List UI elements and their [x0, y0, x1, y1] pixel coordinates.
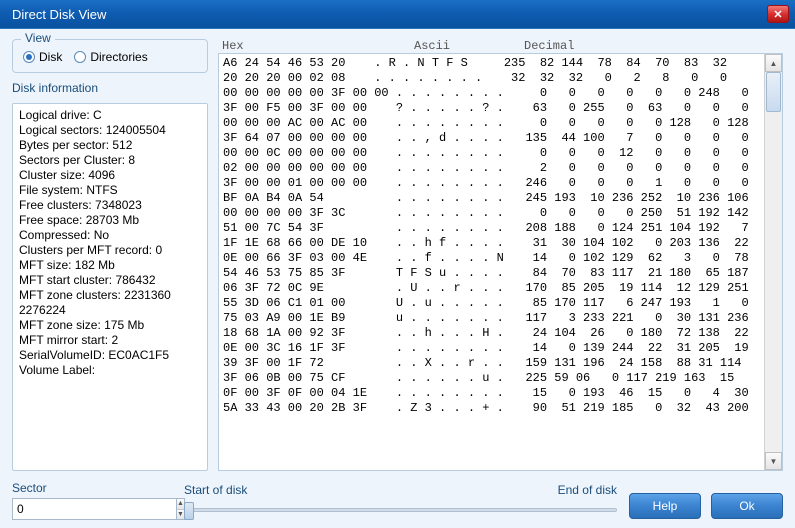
slider-end-label: End of disk: [558, 483, 617, 497]
chevron-up-icon: ▲: [770, 59, 778, 68]
hex-row: 00 00 0C 00 00 00 00 . . . . . . . . 0 0…: [223, 146, 760, 161]
scroll-thumb[interactable]: [766, 72, 781, 112]
sector-label: Sector: [12, 481, 172, 495]
chevron-down-icon: ▼: [770, 457, 778, 466]
radio-directories[interactable]: Directories: [74, 50, 147, 64]
hex-row: 20 20 20 00 02 08 . . . . . . . . 32 32 …: [223, 71, 760, 86]
close-button[interactable]: ✕: [767, 5, 789, 23]
scroll-up-button[interactable]: ▲: [765, 54, 782, 72]
hex-row: 00 00 00 00 00 3F 00 00 . . . . . . . . …: [223, 86, 760, 101]
hex-row: 02 00 00 00 00 00 00 . . . . . . . . 2 0…: [223, 161, 760, 176]
hex-row: A6 24 54 46 53 20 . R . N T F S 235 82 1…: [223, 56, 760, 71]
help-button[interactable]: Help: [629, 493, 701, 519]
hex-row: 54 46 53 75 85 3F T F S u . . . . 84 70 …: [223, 266, 760, 281]
radio-disk-label: Disk: [39, 50, 62, 64]
disk-info-line: Logical drive: C: [19, 108, 201, 123]
radio-directories-label: Directories: [90, 50, 147, 64]
slider-start-label: Start of disk: [184, 483, 247, 497]
disk-info-line: Free space: 28703 Mb: [19, 213, 201, 228]
disk-info-line: Cluster size: 4096: [19, 168, 201, 183]
hex-row: 3F 00 F5 00 3F 00 00 ? . . . . . ? . 63 …: [223, 101, 760, 116]
disk-info-line: Volume Label:: [19, 363, 201, 378]
spinner-up[interactable]: ▲: [177, 499, 184, 510]
disk-info-line: MFT start cluster: 786432: [19, 273, 201, 288]
hex-row: 55 3D 06 C1 01 00 U . u . . . . . 85 170…: [223, 296, 760, 311]
titlebar: Direct Disk View ✕: [0, 0, 795, 28]
hex-row: 3F 64 07 00 00 00 00 . . , d . . . . 135…: [223, 131, 760, 146]
disk-info-line: Clusters per MFT record: 0: [19, 243, 201, 258]
radio-disk[interactable]: Disk: [23, 50, 62, 64]
ok-button[interactable]: Ok: [711, 493, 783, 519]
hex-row: 3F 00 00 01 00 00 00 . . . . . . . . 246…: [223, 176, 760, 191]
hex-row: 39 3F 00 1F 72 . . X . . r . . 159 131 1…: [223, 356, 760, 371]
sector-input[interactable]: [12, 498, 177, 520]
disk-info-title: Disk information: [12, 81, 208, 95]
hex-row: 00 00 00 AC 00 AC 00 . . . . . . . . 0 0…: [223, 116, 760, 131]
radio-icon: [23, 51, 35, 63]
spinner-down[interactable]: ▼: [177, 510, 184, 520]
main-row: View Disk Directories Disk information L…: [12, 39, 783, 471]
hex-header-ascii: Ascii: [414, 39, 524, 53]
disk-info-line: MFT zone size: 175 Mb: [19, 318, 201, 333]
hex-row: BF 0A B4 0A 54 . . . . . . . . 245 193 1…: [223, 191, 760, 206]
hex-header: Hex Ascii Decimal: [218, 39, 783, 53]
disk-info-line: Sectors per Cluster: 8: [19, 153, 201, 168]
hex-row: 0E 00 3C 16 1F 3F . . . . . . . . 14 0 1…: [223, 341, 760, 356]
disk-info-line: Bytes per sector: 512: [19, 138, 201, 153]
disk-info-line: MFT size: 182 Mb: [19, 258, 201, 273]
disk-info-line: Logical sectors: 124005504: [19, 123, 201, 138]
disk-info-line: MFT mirror start: 2: [19, 333, 201, 348]
sector-group: Sector ▲ ▼: [12, 481, 172, 520]
disk-info-panel: Logical drive: CLogical sectors: 1240055…: [12, 103, 208, 471]
hex-row: 75 03 A9 00 1E B9 u . . . . . . . 117 3 …: [223, 311, 760, 326]
scroll-track[interactable]: [765, 72, 782, 452]
hex-row: 3F 06 0B 00 75 CF . . . . . . u . 225 59…: [223, 371, 760, 386]
scroll-down-button[interactable]: ▼: [765, 452, 782, 470]
view-group: View Disk Directories: [12, 39, 208, 73]
hex-row: 0E 00 66 3F 03 00 4E . . f . . . . N 14 …: [223, 251, 760, 266]
view-legend: View: [21, 31, 55, 45]
hex-row: 00 00 00 00 3F 3C . . . . . . . . 0 0 0 …: [223, 206, 760, 221]
hex-row: 0F 00 3F 0F 00 04 1E . . . . . . . . 15 …: [223, 386, 760, 401]
scrollbar[interactable]: ▲ ▼: [764, 54, 782, 470]
disk-info-line: Free clusters: 7348023: [19, 198, 201, 213]
disk-info-line: SerialVolumeID: EC0AC1F5: [19, 348, 201, 363]
hex-row: 1F 1E 68 66 00 DE 10 . . h f . . . . 31 …: [223, 236, 760, 251]
hex-header-decimal: Decimal: [524, 39, 574, 53]
button-group: Help Ok: [629, 493, 783, 520]
hex-row: 18 68 1A 00 92 3F . . h . . . H . 24 104…: [223, 326, 760, 341]
hex-body[interactable]: A6 24 54 46 53 20 . R . N T F S 235 82 1…: [219, 54, 764, 470]
hex-header-hex: Hex: [222, 39, 414, 53]
disk-info-line: Compressed: No: [19, 228, 201, 243]
hex-body-wrap: A6 24 54 46 53 20 . R . N T F S 235 82 1…: [218, 53, 783, 471]
left-column: View Disk Directories Disk information L…: [12, 39, 208, 471]
app-body: View Disk Directories Disk information L…: [0, 28, 795, 528]
chevron-up-icon: ▲: [177, 500, 184, 507]
hex-row: 51 00 7C 54 3F . . . . . . . . 208 188 0…: [223, 221, 760, 236]
window-title: Direct Disk View: [12, 7, 767, 22]
close-icon: ✕: [773, 8, 782, 21]
slider-track[interactable]: [184, 500, 617, 520]
hex-row: 06 3F 72 0C 9E . U . . r . . . 170 85 20…: [223, 281, 760, 296]
disk-info-line: MFT zone clusters: 2231360 2276224: [19, 288, 201, 318]
radio-icon: [74, 51, 86, 63]
hex-panel: Hex Ascii Decimal A6 24 54 46 53 20 . R …: [218, 39, 783, 471]
chevron-down-icon: ▼: [177, 511, 184, 518]
bottom-row: Sector ▲ ▼ Start of disk End of disk Hel…: [12, 481, 783, 520]
slider-group: Start of disk End of disk: [184, 483, 617, 520]
hex-row: 5A 33 43 00 20 2B 3F . Z 3 . . . + . 90 …: [223, 401, 760, 416]
disk-info-line: File system: NTFS: [19, 183, 201, 198]
slider-rail: [184, 508, 617, 512]
slider-thumb[interactable]: [184, 502, 194, 520]
